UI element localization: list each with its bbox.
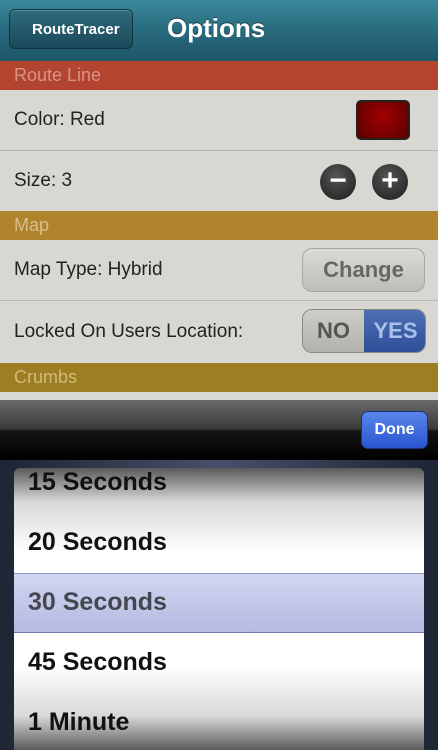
color-label: Color: Red	[14, 109, 105, 130]
section-header-route-line: Route Line	[0, 61, 438, 90]
settings-list: Route Line Color: Red Size: 3 − + Map Ma…	[0, 61, 438, 400]
back-button[interactable]: RouteTracer	[9, 9, 133, 49]
done-button[interactable]: Done	[361, 411, 428, 449]
decrease-size-button[interactable]: −	[320, 164, 356, 200]
section-header-crumbs: Crumbs	[0, 363, 438, 392]
picker-option[interactable]: 45 Seconds	[28, 648, 167, 677]
picker-option-selected[interactable]: 30 Seconds	[28, 588, 167, 617]
locked-location-row: Locked On Users Location: NO YES	[0, 301, 438, 363]
toggle-yes-option[interactable]: YES	[364, 310, 425, 352]
picker-toolbar: Done	[0, 400, 438, 460]
minus-icon: −	[329, 164, 347, 197]
back-button-label: RouteTracer	[32, 21, 120, 38]
map-type-row: Map Type: Hybrid Change	[0, 240, 438, 301]
plus-icon: +	[381, 164, 399, 197]
picker-option[interactable]: 20 Seconds	[28, 528, 167, 557]
navigation-bar: RouteTracer Options	[0, 0, 438, 62]
locked-location-label: Locked On Users Location:	[14, 321, 244, 342]
increase-size-button[interactable]: +	[372, 164, 408, 200]
change-map-type-button[interactable]: Change	[302, 248, 425, 292]
picker-view: 15 Seconds 20 Seconds 30 Seconds 45 Seco…	[0, 460, 438, 750]
picker-option[interactable]: 1 Minute	[28, 708, 129, 737]
color-row[interactable]: Color: Red	[0, 90, 438, 151]
section-header-map: Map	[0, 211, 438, 240]
locked-location-toggle[interactable]: NO YES	[302, 309, 426, 353]
size-row: Size: 3 − +	[0, 151, 438, 211]
size-label: Size: 3	[14, 170, 73, 191]
color-swatch-button[interactable]	[356, 100, 410, 140]
picker-wheel[interactable]: 15 Seconds 20 Seconds 30 Seconds 45 Seco…	[14, 468, 424, 750]
toggle-no-option[interactable]: NO	[303, 310, 364, 352]
map-type-label: Map Type: Hybrid	[14, 259, 163, 280]
picker-option[interactable]: 15 Seconds	[28, 468, 167, 497]
page-title: Options	[167, 13, 266, 43]
